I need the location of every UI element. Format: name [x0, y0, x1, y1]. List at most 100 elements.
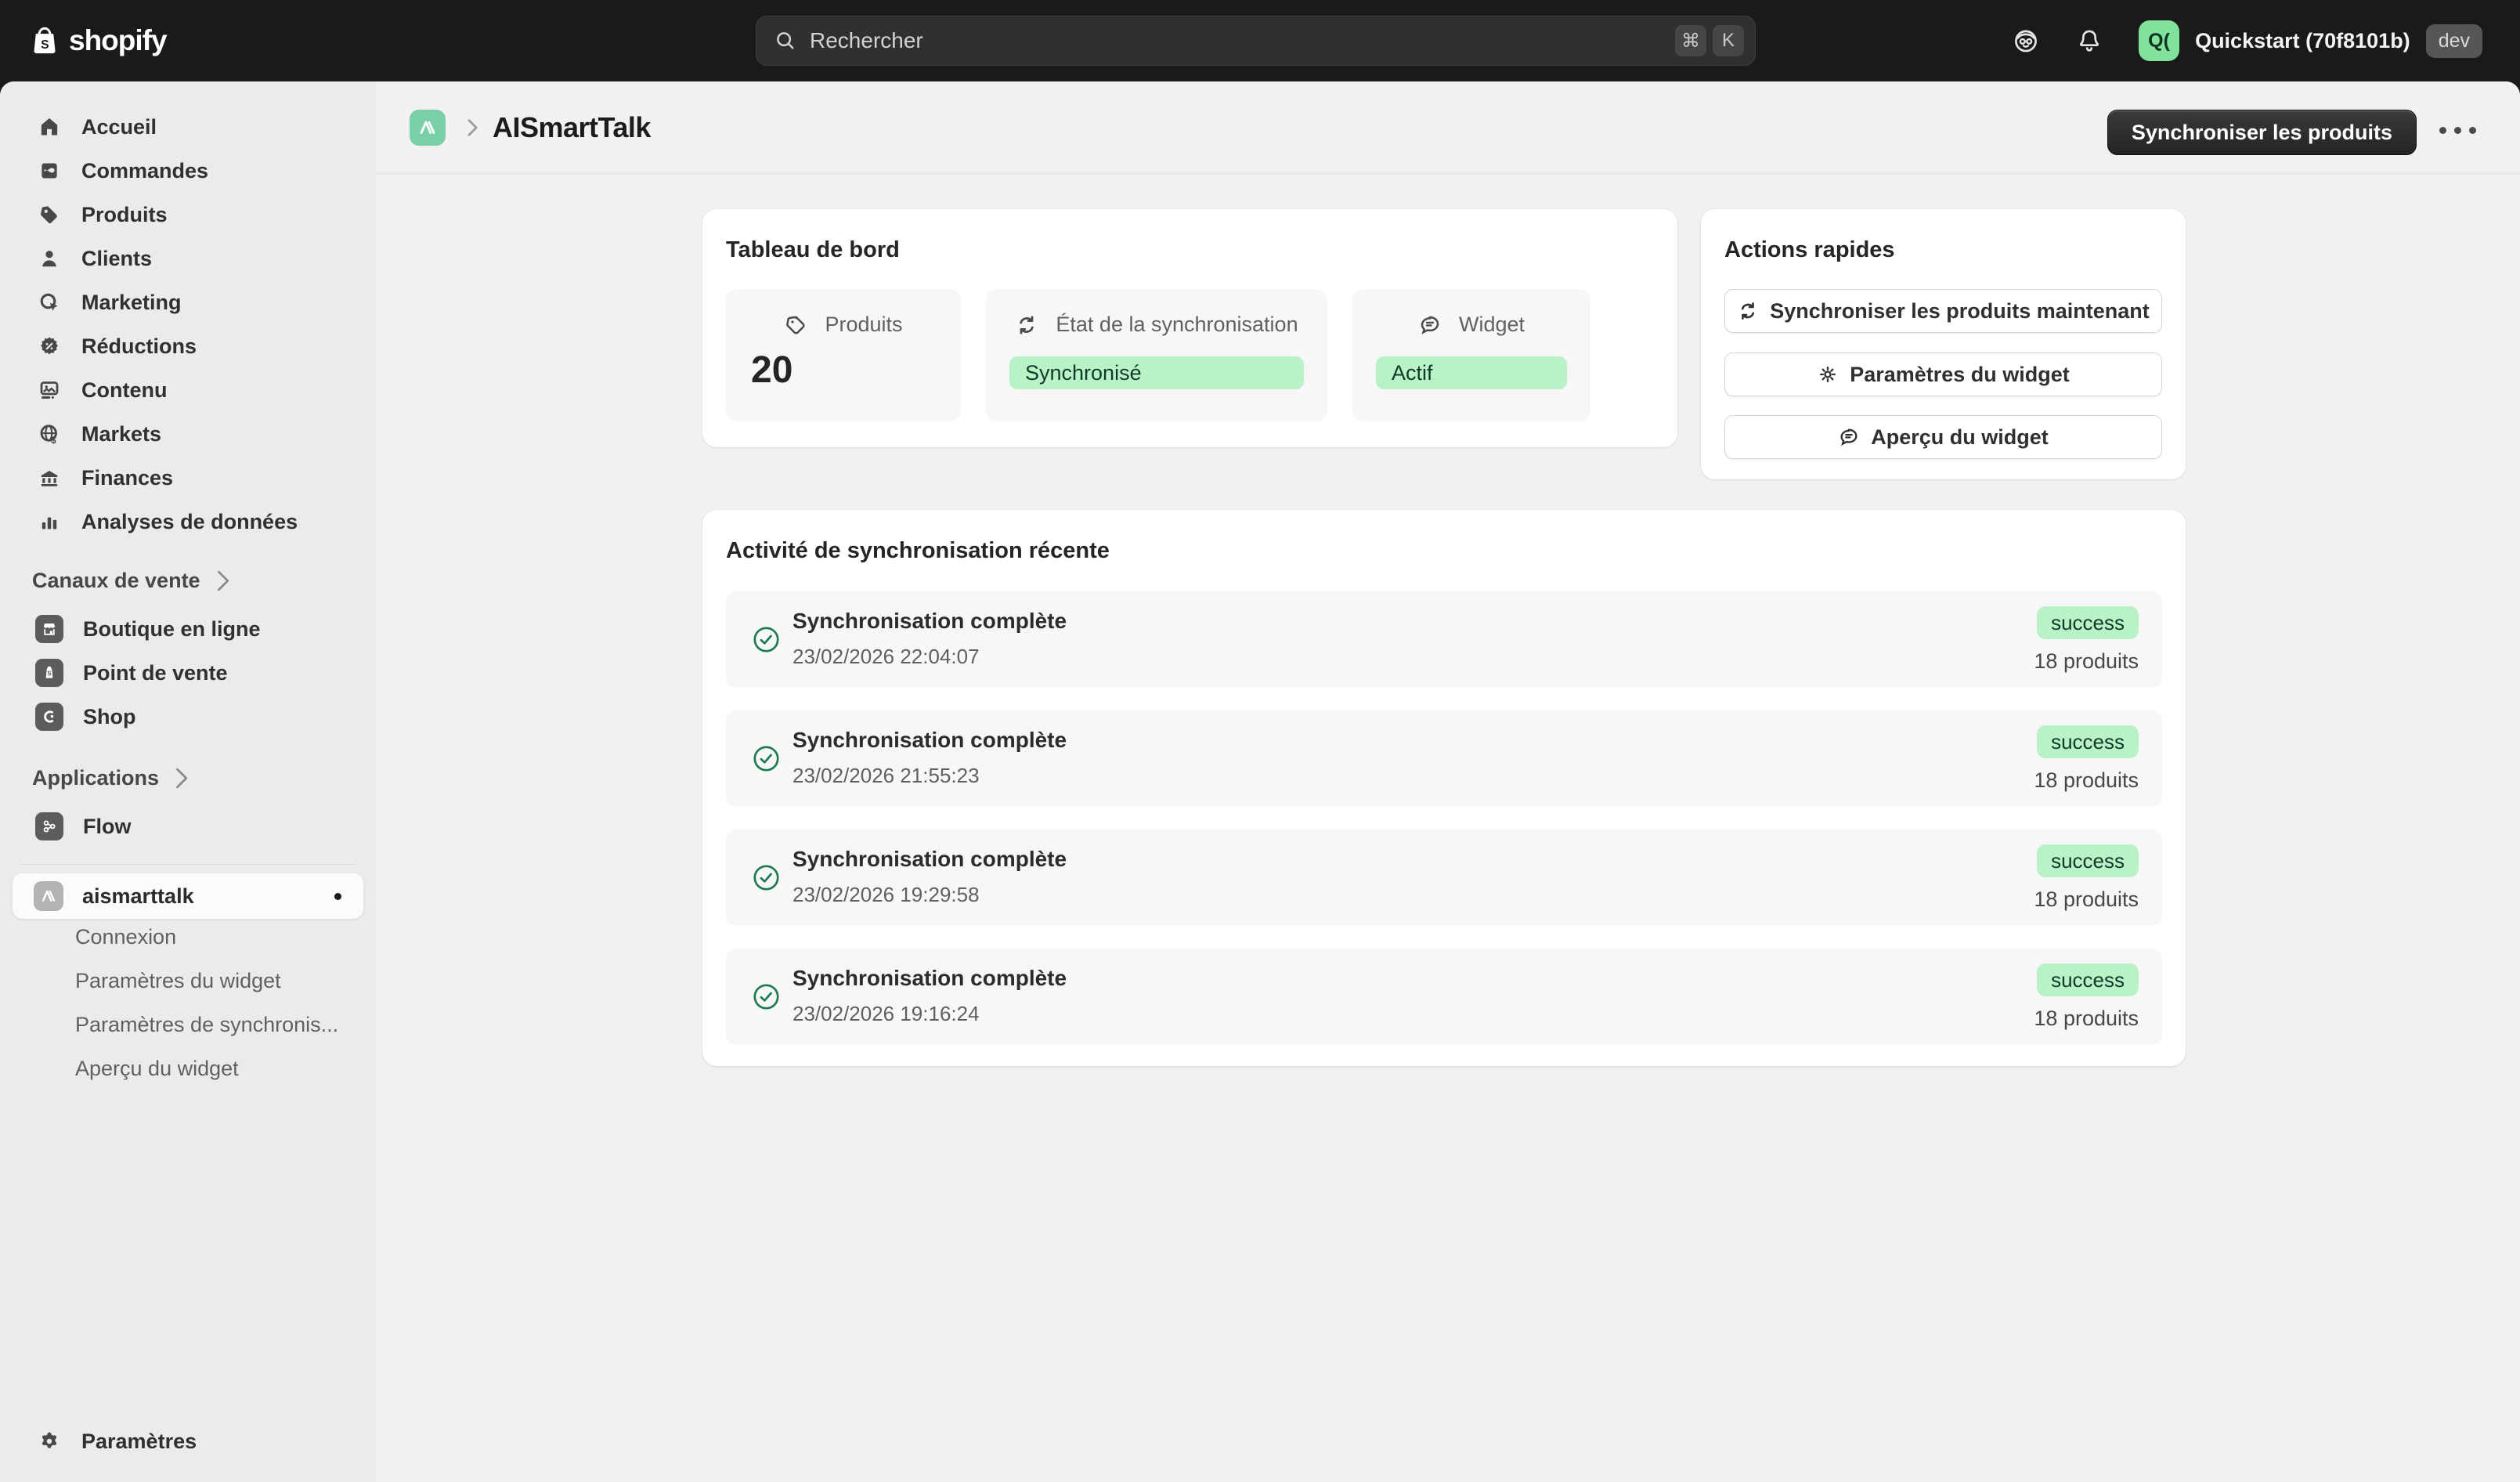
widget-status-badge: Actif — [1376, 356, 1567, 389]
sidebar-item-customers[interactable]: Clients — [8, 237, 368, 280]
svg-text:$: $ — [51, 435, 56, 446]
sidebar-subitem-widget-settings[interactable]: Paramètres du widget — [75, 959, 365, 1003]
activity-row-detail: 18 produits — [2034, 887, 2139, 912]
stat-widget: Widget Actif — [1352, 289, 1590, 421]
stat-label: Widget — [1459, 313, 1525, 337]
sidebar-item-products[interactable]: Produits — [8, 193, 368, 237]
dashboard-title: Tableau de bord — [726, 237, 900, 263]
sidebar-item-discounts[interactable]: Réductions — [8, 324, 368, 368]
sidebar-section-sales-channels[interactable]: Canaux de vente — [32, 563, 226, 598]
sidebar-item-shop[interactable]: Shop — [8, 695, 368, 739]
shopify-logo[interactable]: S shopify — [28, 0, 167, 81]
activity-card: Activité de synchronisation récente Sync… — [702, 510, 2186, 1066]
widget-settings-button[interactable]: Paramètres du widget — [1724, 352, 2162, 396]
chat-bubble-icon — [1418, 313, 1442, 337]
sync-products-button[interactable]: Synchroniser les produits — [2107, 110, 2417, 155]
sidebar-item-home[interactable]: Accueil — [8, 105, 368, 149]
shopify-wordmark: shopify — [69, 24, 167, 57]
status-badge: success — [2037, 963, 2139, 996]
dashboard-card: Tableau de bord Produits 20 État de la s… — [702, 209, 1677, 447]
sidebar: Accueil Commandes Produits Clients Marke… — [0, 81, 376, 1482]
chevron-right-icon — [167, 768, 188, 789]
marketing-icon — [38, 291, 61, 314]
sidebar-item-analytics[interactable]: Analyses de données — [8, 500, 368, 544]
discount-icon — [38, 334, 61, 358]
sidebar-item-orders[interactable]: Commandes — [8, 149, 368, 193]
stat-value: 20 — [751, 349, 792, 392]
customers-icon — [38, 247, 61, 270]
check-circle-icon — [752, 863, 781, 892]
aismarttalk-app-icon — [410, 110, 446, 146]
sidebar-item-settings[interactable]: Paramètres — [8, 1419, 368, 1463]
topbar-right: Q( Quickstart (70f8101b) dev — [2012, 0, 2482, 81]
svg-text:S: S — [47, 670, 52, 677]
activity-row-title: Synchronisation complète — [792, 609, 1067, 634]
sidebar-item-flow[interactable]: Flow — [8, 804, 368, 848]
activity-row: Synchronisation complète 23/02/2026 21:5… — [726, 710, 2162, 807]
sidebar-subitem-sync-settings[interactable]: Paramètres de synchronis... — [75, 1003, 365, 1046]
search-input[interactable]: Rechercher ⌘ K — [756, 16, 1756, 66]
stat-products: Produits 20 — [726, 289, 961, 421]
status-badge: success — [2037, 606, 2139, 639]
sidebar-subitem-widget-preview[interactable]: Aperçu du widget — [75, 1046, 365, 1090]
pos-icon: S — [35, 659, 63, 687]
breadcrumb: AISmartTalk — [410, 81, 651, 174]
chevron-right-icon — [460, 119, 478, 137]
sidebar-divider — [20, 864, 356, 865]
activity-row-timestamp: 23/02/2026 19:29:58 — [792, 883, 980, 907]
stat-label: Produits — [825, 313, 902, 337]
orders-icon — [38, 159, 61, 183]
unread-dot — [334, 893, 341, 900]
activity-row-title: Synchronisation complète — [792, 966, 1067, 991]
tag-icon — [38, 203, 61, 226]
globe-icon: $ — [38, 422, 61, 446]
stat-sync-status: État de la synchronisation Synchronisé — [986, 289, 1327, 421]
sidebar-item-aismarttalk[interactable]: aismarttalk — [13, 873, 363, 919]
dev-preview-icon[interactable] — [2012, 27, 2040, 55]
activity-row-detail: 18 produits — [2034, 768, 2139, 793]
store-menu[interactable]: Q( Quickstart (70f8101b) dev — [2139, 20, 2482, 61]
flow-icon — [35, 812, 63, 840]
sync-icon — [1015, 313, 1038, 337]
activity-row-title: Synchronisation complète — [792, 847, 1067, 872]
sidebar-item-finances[interactable]: Finances — [8, 456, 368, 500]
activity-row: Synchronisation complète 23/02/2026 19:1… — [726, 949, 2162, 1045]
sidebar-item-content[interactable]: Contenu — [8, 368, 368, 412]
gear-icon — [1817, 363, 1839, 385]
sidebar-item-pos[interactable]: S Point de vente — [8, 651, 368, 695]
shop-channel-icon — [35, 703, 63, 731]
bar-chart-icon — [38, 510, 61, 533]
svg-text:S: S — [41, 38, 49, 52]
sidebar-section-apps[interactable]: Applications — [32, 761, 185, 795]
notifications-bell-icon[interactable] — [2076, 27, 2103, 54]
sidebar-item-online-store[interactable]: Boutique en ligne — [8, 607, 368, 651]
sidebar-item-marketing[interactable]: Marketing — [8, 280, 368, 324]
sync-status-badge: Synchronisé — [1009, 356, 1304, 389]
chat-bubble-icon — [1838, 426, 1860, 448]
activity-row-detail: 18 produits — [2034, 1007, 2139, 1031]
sidebar-item-markets[interactable]: $ Markets — [8, 412, 368, 456]
status-badge: success — [2037, 844, 2139, 877]
check-circle-icon — [752, 625, 781, 654]
more-actions-button[interactable] — [2432, 119, 2484, 142]
main-content: AISmartTalk Synchroniser les produits Ta… — [376, 81, 2520, 1482]
activity-row-title: Synchronisation complète — [792, 728, 1067, 753]
sidebar-subitem-connexion[interactable]: Connexion — [75, 915, 365, 959]
check-circle-icon — [752, 744, 781, 773]
online-store-icon — [35, 615, 63, 643]
activity-row-timestamp: 23/02/2026 22:04:07 — [792, 645, 980, 669]
home-icon — [38, 115, 61, 139]
content-icon — [38, 378, 61, 402]
aismarttalk-app-icon — [34, 881, 63, 911]
ellipsis-icon — [2439, 127, 2446, 134]
k-key: K — [1713, 25, 1744, 56]
dev-badge: dev — [2426, 24, 2482, 58]
bank-icon — [38, 466, 61, 490]
status-badge: success — [2037, 725, 2139, 758]
app-sheet: Accueil Commandes Produits Clients Marke… — [0, 81, 2520, 1482]
store-avatar: Q( — [2139, 20, 2179, 61]
activity-row: Synchronisation complète 23/02/2026 19:2… — [726, 830, 2162, 926]
widget-preview-button[interactable]: Aperçu du widget — [1724, 415, 2162, 459]
activity-title: Activité de synchronisation récente — [726, 538, 1110, 564]
sync-now-button[interactable]: Synchroniser les produits maintenant — [1724, 289, 2162, 333]
